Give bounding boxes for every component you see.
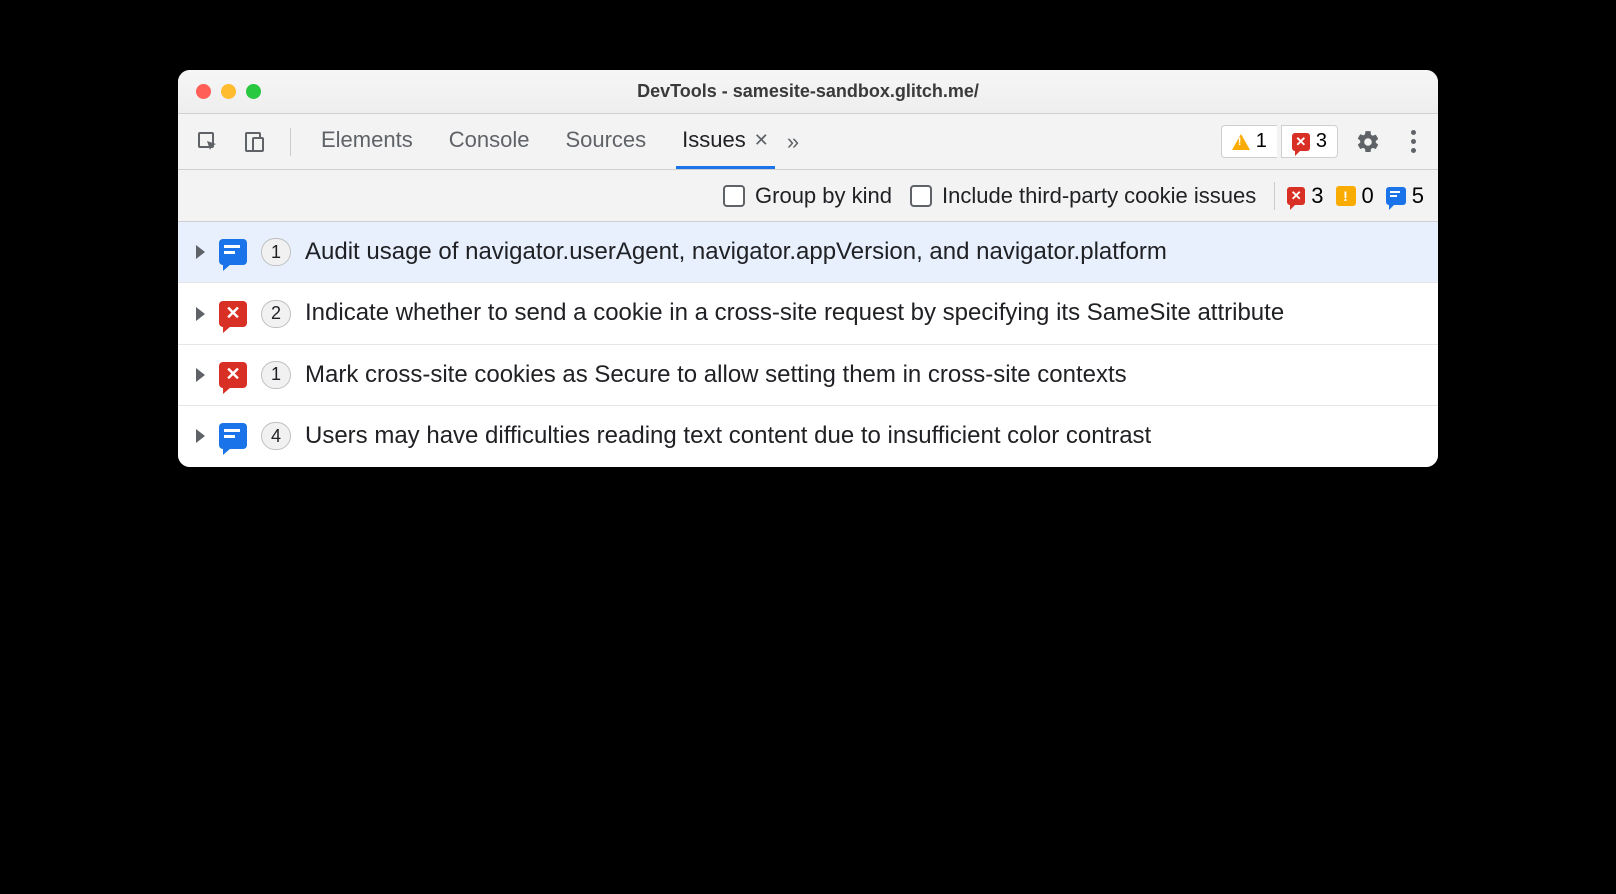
issue-title: Indicate whether to send a cookie in a c… bbox=[305, 297, 1284, 329]
checkbox-icon bbox=[723, 185, 745, 207]
tab-issues[interactable]: Issues ✕ bbox=[676, 114, 775, 169]
issue-kind-counters: ✕ 3 ! 0 5 bbox=[1274, 182, 1424, 210]
issue-count-badge: 1 bbox=[261, 238, 291, 266]
more-options-icon[interactable] bbox=[1398, 122, 1428, 162]
tab-elements[interactable]: Elements bbox=[315, 114, 419, 169]
info-icon bbox=[1386, 187, 1406, 205]
tab-issues-label: Issues bbox=[682, 127, 746, 153]
window-title: DevTools - samesite-sandbox.glitch.me/ bbox=[178, 81, 1438, 102]
main-toolbar: Elements Console Sources Issues ✕ » 1 ✕ … bbox=[178, 114, 1438, 170]
issue-count-badge: 1 bbox=[261, 361, 291, 389]
more-tabs-icon[interactable]: » bbox=[787, 129, 799, 155]
error-issue-icon: ✕ bbox=[219, 301, 247, 327]
tab-console[interactable]: Console bbox=[443, 114, 536, 169]
filterbar-divider bbox=[1274, 182, 1275, 210]
include-third-party-label: Include third-party cookie issues bbox=[942, 183, 1256, 209]
errors-count: 3 bbox=[1316, 130, 1327, 153]
disclosure-triangle-icon[interactable] bbox=[196, 429, 205, 443]
issue-row[interactable]: ✕ 1 Mark cross-site cookies as Secure to… bbox=[178, 345, 1438, 406]
disclosure-triangle-icon[interactable] bbox=[196, 307, 205, 321]
issue-count-badge: 2 bbox=[261, 300, 291, 328]
settings-icon[interactable] bbox=[1348, 122, 1388, 162]
issue-row[interactable]: ✕ 2 Indicate whether to send a cookie in… bbox=[178, 283, 1438, 344]
issue-title: Audit usage of navigator.userAgent, navi… bbox=[305, 236, 1167, 268]
issues-list: 1 Audit usage of navigator.userAgent, na… bbox=[178, 222, 1438, 467]
titlebar: DevTools - samesite-sandbox.glitch.me/ bbox=[178, 70, 1438, 114]
error-icon: ✕ bbox=[1292, 133, 1310, 151]
page-errors-count: 3 bbox=[1311, 183, 1323, 209]
warning-icon bbox=[1232, 134, 1250, 150]
error-icon: ✕ bbox=[1287, 187, 1305, 205]
close-window-button[interactable] bbox=[196, 84, 211, 99]
page-warnings-counter[interactable]: ! 0 bbox=[1336, 183, 1374, 209]
page-info-counter[interactable]: 5 bbox=[1386, 183, 1424, 209]
tab-sources[interactable]: Sources bbox=[559, 114, 652, 169]
page-warnings-count: 0 bbox=[1362, 183, 1374, 209]
issue-row[interactable]: 4 Users may have difficulties reading te… bbox=[178, 406, 1438, 466]
devtools-window: DevTools - samesite-sandbox.glitch.me/ E… bbox=[178, 70, 1438, 467]
group-by-kind-checkbox[interactable]: Group by kind bbox=[723, 183, 892, 209]
close-tab-icon[interactable]: ✕ bbox=[754, 130, 769, 151]
group-by-kind-label: Group by kind bbox=[755, 183, 892, 209]
warnings-count: 1 bbox=[1256, 130, 1267, 153]
info-issue-icon bbox=[219, 423, 247, 449]
warnings-counter[interactable]: 1 bbox=[1221, 125, 1277, 158]
warning-icon: ! bbox=[1336, 186, 1356, 206]
checkbox-icon bbox=[910, 185, 932, 207]
toolbar-divider bbox=[290, 128, 291, 156]
include-third-party-checkbox[interactable]: Include third-party cookie issues bbox=[910, 183, 1256, 209]
maximize-window-button[interactable] bbox=[246, 84, 261, 99]
error-issue-icon: ✕ bbox=[219, 362, 247, 388]
window-controls bbox=[178, 84, 261, 99]
issue-title: Users may have difficulties reading text… bbox=[305, 420, 1151, 452]
disclosure-triangle-icon[interactable] bbox=[196, 368, 205, 382]
minimize-window-button[interactable] bbox=[221, 84, 236, 99]
issue-counters[interactable]: 1 ✕ 3 bbox=[1221, 125, 1338, 158]
panel-tabs: Elements Console Sources Issues ✕ bbox=[315, 114, 775, 169]
disclosure-triangle-icon[interactable] bbox=[196, 245, 205, 259]
issues-filterbar: Group by kind Include third-party cookie… bbox=[178, 170, 1438, 222]
device-toolbar-icon[interactable] bbox=[234, 122, 274, 162]
page-errors-counter[interactable]: ✕ 3 bbox=[1287, 183, 1323, 209]
page-info-count: 5 bbox=[1412, 183, 1424, 209]
inspect-element-icon[interactable] bbox=[188, 122, 228, 162]
info-issue-icon bbox=[219, 239, 247, 265]
issue-count-badge: 4 bbox=[261, 422, 291, 450]
issue-title: Mark cross-site cookies as Secure to all… bbox=[305, 359, 1127, 391]
errors-counter[interactable]: ✕ 3 bbox=[1281, 125, 1338, 158]
issue-row[interactable]: 1 Audit usage of navigator.userAgent, na… bbox=[178, 222, 1438, 283]
